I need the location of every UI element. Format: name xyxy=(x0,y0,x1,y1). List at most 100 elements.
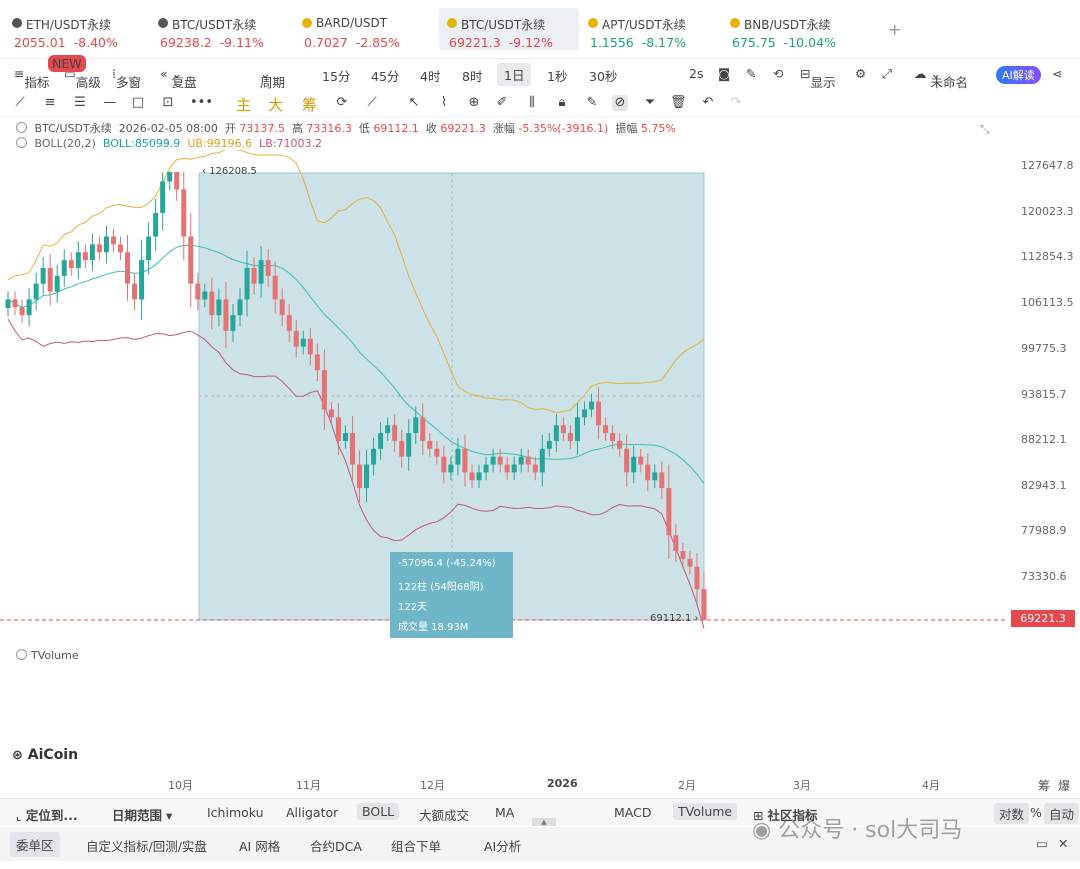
replay-button[interactable]: « 复盘 ⌄ xyxy=(160,66,197,90)
log-scale-button[interactable]: 对数 xyxy=(994,803,1030,824)
ticker-tab-bard[interactable]: BARD/USDT 0.7027 -2.85% xyxy=(294,8,432,50)
candle-body xyxy=(567,433,573,441)
collapse-icon[interactable] xyxy=(16,137,27,148)
display-button[interactable]: ⊟ 显示 xyxy=(800,66,836,90)
chip-toggle[interactable]: 筹 xyxy=(1038,777,1050,794)
ticker-price: 69221.3 -9.12% xyxy=(449,35,553,50)
settings-icon[interactable]: ⚙ xyxy=(855,66,866,81)
interval-1d[interactable]: 1日 xyxy=(497,63,532,86)
candle-body xyxy=(589,401,595,410)
candle-body xyxy=(364,464,370,489)
ind-alligator[interactable]: Alligator xyxy=(286,805,338,820)
more-dots-icon[interactable]: ••• xyxy=(190,95,213,111)
cycle-icon[interactable]: ⟳ xyxy=(334,95,350,111)
refresh-rate[interactable]: 2s xyxy=(689,66,703,81)
tab-ai-grid[interactable]: AI 网格 xyxy=(239,836,280,855)
apt-icon xyxy=(588,18,598,28)
candle-body xyxy=(441,456,447,473)
collapse-icon[interactable] xyxy=(16,122,27,133)
candle-style-icon[interactable]: ⫼ xyxy=(524,95,540,111)
advanced-button[interactable]: ▭ 高级 xyxy=(64,66,101,90)
interval-15m[interactable]: 15分 xyxy=(322,66,350,85)
ind-ma[interactable]: MA xyxy=(495,805,514,820)
ruler-icon[interactable]: ⟋ xyxy=(364,95,380,111)
interval-30s[interactable]: 30秒 xyxy=(589,66,617,85)
main-force-tool[interactable]: 主 xyxy=(236,94,251,115)
parallel-lines-icon[interactable]: ≡ xyxy=(42,95,58,111)
ticker-tab-btc-active[interactable]: BTC/USDT永续 69221.3 -9.12% xyxy=(439,8,579,50)
ind-ichimoku[interactable]: Ichimoku xyxy=(207,805,264,820)
tab-ai-analysis[interactable]: AI分析 xyxy=(484,836,521,855)
camera-icon[interactable]: ◙ xyxy=(718,66,730,81)
auto-scale-button[interactable]: 自动 xyxy=(1044,803,1080,824)
interval-4h[interactable]: 4时 xyxy=(420,66,440,85)
expand-icon[interactable]: ⤡ xyxy=(980,122,990,137)
filter-icon[interactable]: ⏷ xyxy=(642,95,658,111)
percent-scale-button[interactable]: % xyxy=(1030,805,1042,820)
indicator-button[interactable]: ≡ 指标 xyxy=(14,66,50,90)
tab-combo-order[interactable]: 组合下单 xyxy=(391,836,441,855)
y-tick: 73330.6 xyxy=(1021,570,1067,583)
locate-button[interactable]: ⌞ 定位到... xyxy=(16,805,78,824)
ai-interpret-button[interactable]: AI解读 xyxy=(996,66,1041,84)
link-icon[interactable]: ⊘ xyxy=(612,95,628,111)
candle-body xyxy=(427,440,433,449)
trendline-icon[interactable]: ⟋ xyxy=(12,95,28,111)
ticker-tab-btc-1[interactable]: BTC/USDT永续 69238.2 -9.11% xyxy=(150,8,288,50)
candle-body xyxy=(631,456,637,473)
boll-legend: BOLL(20,2) BOLL:85099.9 UB:99196.6 LB:71… xyxy=(16,137,322,150)
fullscreen-icon[interactable]: ⤢ xyxy=(882,66,892,82)
undo-icon[interactable]: ↶ xyxy=(700,95,716,111)
snapshot-icon[interactable]: ⊡ xyxy=(160,95,176,111)
delete-icon[interactable]: 🗑︎ xyxy=(670,95,687,111)
ind-boll[interactable]: BOLL xyxy=(357,803,400,820)
ticker-tab-eth[interactable]: ETH/USDT永续 2055.01 -8.40% xyxy=(4,8,142,50)
ticker-tab-bnb[interactable]: BNB/USDT永续 675.75 -10.04% xyxy=(722,8,860,50)
btc-icon xyxy=(158,18,168,28)
candle-body xyxy=(146,236,152,261)
collapse-icon[interactable] xyxy=(16,649,27,660)
interval-1s[interactable]: 1秒 xyxy=(547,66,567,85)
ticker-price: 69238.2 -9.11% xyxy=(160,35,264,50)
tab-order-area[interactable]: 委单区 xyxy=(10,832,60,857)
lock-icon[interactable]: 🔒︎ xyxy=(554,95,570,111)
ind-tvolume[interactable]: TVolume xyxy=(673,803,738,820)
multi-window-button[interactable]: ⁞ 多窗 xyxy=(112,66,141,90)
close-panel-icon[interactable]: ✕ xyxy=(1058,836,1068,851)
layout-name-button[interactable]: ☁ 未命名 ⌄ xyxy=(914,66,968,90)
panel-toggle-icon[interactable]: ▲ xyxy=(532,818,556,826)
zoom-in-icon[interactable]: ⊕ xyxy=(466,95,482,111)
chip-tool[interactable]: 筹 xyxy=(302,94,317,115)
undo-layout-icon[interactable]: ⟲ xyxy=(773,66,783,81)
horizontal-line-icon[interactable]: — xyxy=(102,95,118,111)
measure-change: -57096.4 (-45.24%) xyxy=(398,558,496,569)
add-tab-icon[interactable]: + xyxy=(888,20,901,39)
x-tick: 2月 xyxy=(678,779,696,792)
period-button[interactable]: 周期 ⌄ xyxy=(260,66,285,90)
interval-45m[interactable]: 45分 xyxy=(371,66,399,85)
magnet-icon[interactable]: ✐ xyxy=(494,95,510,111)
tab-custom-indicator[interactable]: 自定义指标/回测/实盘 xyxy=(86,836,207,855)
expand-panel-icon[interactable]: ▭ xyxy=(1036,836,1048,851)
big-order-tool[interactable]: 大 xyxy=(268,94,283,115)
candle-body xyxy=(546,440,552,449)
edit-icon[interactable]: ✎ xyxy=(584,95,600,111)
date-range-button[interactable]: 日期范围 ▾ xyxy=(112,805,172,824)
fib-icon[interactable]: ☰ xyxy=(72,95,88,111)
candle-body xyxy=(539,448,545,473)
interval-8h[interactable]: 8时 xyxy=(462,66,482,85)
ind-large-trade[interactable]: 大额成交 xyxy=(419,805,469,824)
candle-body xyxy=(532,464,538,473)
burst-toggle[interactable]: 爆 xyxy=(1058,777,1070,794)
pencil-icon[interactable]: ✎ xyxy=(746,66,756,81)
ticker-tab-apt[interactable]: APT/USDT永续 1.1556 -8.17% xyxy=(580,8,718,50)
cursor-icon[interactable]: ↖ xyxy=(406,95,422,111)
measure-icon[interactable]: ⌇ xyxy=(436,95,452,111)
candle-body xyxy=(659,472,665,489)
redo-icon[interactable]: ↷ xyxy=(728,95,744,111)
tab-contract-dca[interactable]: 合约DCA xyxy=(310,836,362,855)
rectangle-icon[interactable]: □ xyxy=(130,95,146,111)
share-icon[interactable]: ⋖ xyxy=(1052,66,1062,81)
candle-body xyxy=(153,212,159,237)
ind-macd[interactable]: MACD xyxy=(614,805,651,820)
